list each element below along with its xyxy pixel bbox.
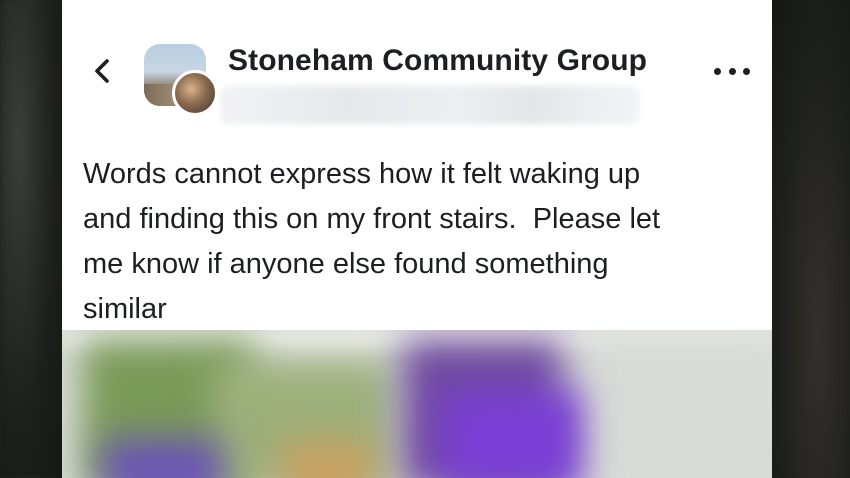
background-blur-right (770, 0, 850, 478)
back-button[interactable] (88, 54, 116, 88)
video-frame: Stoneham Community Group Words cannot ex… (0, 0, 850, 478)
post-header: Stoneham Community Group (62, 0, 772, 130)
post-text: Words cannot express how it felt waking … (83, 158, 661, 325)
phone-screen: Stoneham Community Group Words cannot ex… (62, 0, 772, 478)
more-horizontal-icon (743, 67, 750, 75)
post-image-blurred[interactable] (62, 330, 772, 478)
more-horizontal-icon (714, 67, 721, 75)
chevron-left-icon (95, 59, 109, 83)
more-options-button[interactable] (714, 64, 750, 78)
more-horizontal-icon (728, 67, 736, 75)
author-avatar[interactable] (172, 70, 218, 116)
background-blur-left (0, 0, 62, 478)
post-meta-redacted (220, 86, 640, 124)
group-name[interactable]: Stoneham Community Group (228, 44, 647, 78)
